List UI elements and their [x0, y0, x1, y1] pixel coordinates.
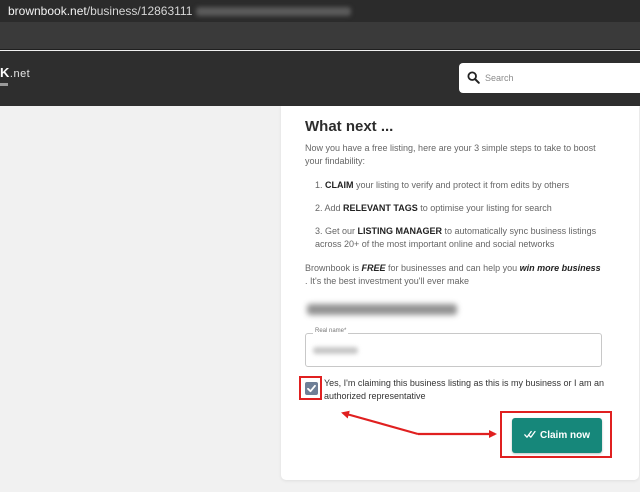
claim-now-button[interactable]: Claim now: [512, 418, 602, 453]
free-emphasis: FREE: [361, 263, 386, 273]
search-box[interactable]: [459, 63, 640, 93]
search-icon: [467, 71, 480, 84]
search-input[interactable]: [485, 69, 635, 87]
logo-tagline: [0, 83, 8, 86]
step-keyword: RELEVANT TAGS: [343, 203, 418, 213]
address-bar[interactable]: brownbook.net/business/12863111: [0, 0, 640, 22]
win-more-emphasis: win more business: [519, 263, 601, 273]
claim-confirm-checkbox[interactable]: [305, 382, 318, 395]
checkmark-icon: [307, 384, 316, 393]
step-keyword: CLAIM: [325, 180, 354, 190]
claim-now-label: Claim now: [539, 430, 590, 441]
url-blurred-segment: [196, 7, 352, 17]
site-logo[interactable]: K.net: [0, 65, 30, 80]
free-note: Brownbook is FREE for businesses and can…: [305, 263, 601, 286]
logo-tld: .net: [9, 68, 31, 80]
real-name-value-blurred: [313, 347, 358, 354]
step-listing-manager: 3. Get our LISTING MANAGER to automatica…: [315, 226, 597, 249]
url-host: brownbook.net: [8, 4, 87, 18]
business-name-blurred: [307, 304, 457, 315]
intro-text: Now you have a free listing, here are yo…: [305, 143, 596, 166]
browser-toolbar: [0, 22, 640, 50]
card-title: What next ...: [305, 118, 394, 135]
claim-confirm-label: Yes, I'm claiming this business listing …: [324, 378, 604, 401]
real-name-label: Real name*: [313, 328, 349, 334]
logo-text: K: [0, 65, 10, 80]
step-keyword: LISTING MANAGER: [357, 226, 443, 236]
step-claim: 1. CLAIM your listing to verify and prot…: [315, 180, 570, 190]
url-path: /business/12863111: [86, 4, 193, 18]
step-tags: 2. Add RELEVANT TAGS to optimise your li…: [315, 203, 552, 213]
double-check-icon: [524, 430, 536, 438]
